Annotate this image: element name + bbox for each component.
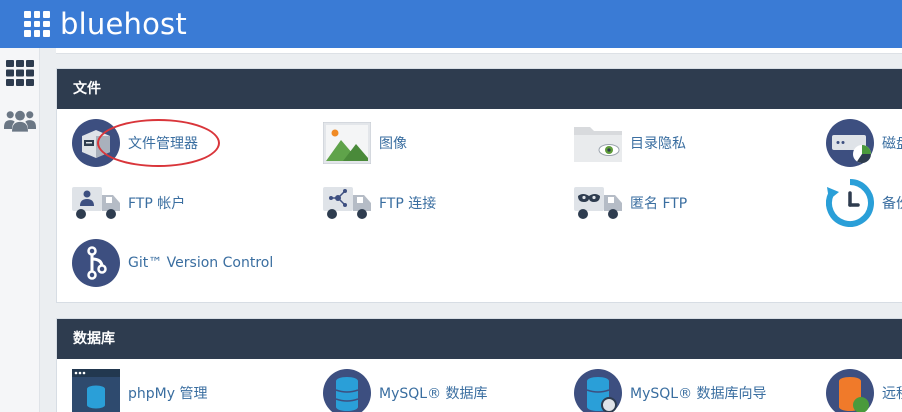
images-icon bbox=[322, 118, 372, 168]
ftp-connections-icon bbox=[322, 178, 372, 228]
anonymous-ftp-item[interactable]: 匿名 FTP bbox=[573, 178, 687, 228]
ftp-accounts-icon bbox=[71, 178, 121, 228]
directory-privacy-item[interactable]: 目录隐私 bbox=[573, 118, 686, 168]
apps-grid-icon[interactable] bbox=[4, 58, 36, 88]
brand-name: bluehost bbox=[60, 7, 187, 41]
file-manager-item[interactable]: 文件管理器 bbox=[71, 118, 198, 168]
grid-logo-icon bbox=[24, 11, 50, 37]
mysql-wizard-icon bbox=[573, 368, 623, 412]
databases-panel-header[interactable]: 数据库 bbox=[57, 319, 902, 359]
main-content: 文件 文件管理器 图像 目录隐私 磁 FTP 帐户 FTP 连接 匿名 FTP … bbox=[41, 48, 902, 412]
anonymous-ftp-icon bbox=[573, 178, 623, 228]
disk-usage-item[interactable]: 磁盘 bbox=[825, 118, 902, 168]
backup-label: 备份 bbox=[882, 196, 902, 212]
images-item[interactable]: 图像 bbox=[322, 118, 407, 168]
git-version-control-label: Git™ Version Control bbox=[128, 255, 274, 271]
backup-item[interactable]: 备份 bbox=[825, 178, 902, 228]
remote-mysql-item[interactable]: 远程 bbox=[825, 368, 902, 412]
databases-panel: 数据库 phpMy 管理 MySQL® 数据库 MySQL® 数据库向导 远 bbox=[56, 318, 902, 412]
ftp-accounts-label: FTP 帐户 bbox=[128, 196, 186, 212]
mysql-wizard-label: MySQL® 数据库向导 bbox=[630, 386, 767, 402]
images-label: 图像 bbox=[379, 136, 407, 152]
bluehost-logo[interactable]: bluehost bbox=[24, 9, 187, 39]
phpmyadmin-icon bbox=[71, 368, 121, 412]
files-panel: 文件 文件管理器 图像 目录隐私 磁 FTP 帐户 FTP 连接 匿名 FTP … bbox=[56, 68, 902, 303]
disk-usage-icon bbox=[825, 118, 875, 168]
phpmyadmin-item[interactable]: phpMy 管理 bbox=[71, 368, 207, 412]
mysql-databases-icon bbox=[322, 368, 372, 412]
users-icon[interactable] bbox=[4, 106, 36, 136]
files-panel-header[interactable]: 文件 bbox=[57, 69, 902, 109]
disk-usage-label: 磁盘 bbox=[882, 136, 902, 152]
ftp-connections-label: FTP 连接 bbox=[379, 196, 437, 212]
git-version-control-item[interactable]: Git™ Version Control bbox=[71, 238, 273, 288]
file-manager-label: 文件管理器 bbox=[128, 136, 198, 152]
remote-mysql-label: 远程 bbox=[882, 386, 902, 402]
directory-privacy-icon bbox=[573, 118, 623, 168]
mysql-databases-label: MySQL® 数据库 bbox=[379, 386, 488, 402]
file-manager-icon bbox=[71, 118, 121, 168]
anonymous-ftp-label: 匿名 FTP bbox=[630, 196, 688, 212]
mysql-databases-item[interactable]: MySQL® 数据库 bbox=[322, 368, 488, 412]
git-icon bbox=[71, 238, 121, 288]
sidebar bbox=[0, 48, 40, 412]
top-bar: bluehost bbox=[0, 0, 902, 48]
phpmyadmin-label: phpMy 管理 bbox=[128, 386, 208, 402]
backup-icon bbox=[825, 178, 875, 228]
previous-panel-edge bbox=[56, 48, 902, 54]
ftp-connections-item[interactable]: FTP 连接 bbox=[322, 178, 436, 228]
remote-mysql-icon bbox=[825, 368, 875, 412]
directory-privacy-label: 目录隐私 bbox=[630, 136, 686, 152]
ftp-accounts-item[interactable]: FTP 帐户 bbox=[71, 178, 185, 228]
mysql-wizard-item[interactable]: MySQL® 数据库向导 bbox=[573, 368, 767, 412]
